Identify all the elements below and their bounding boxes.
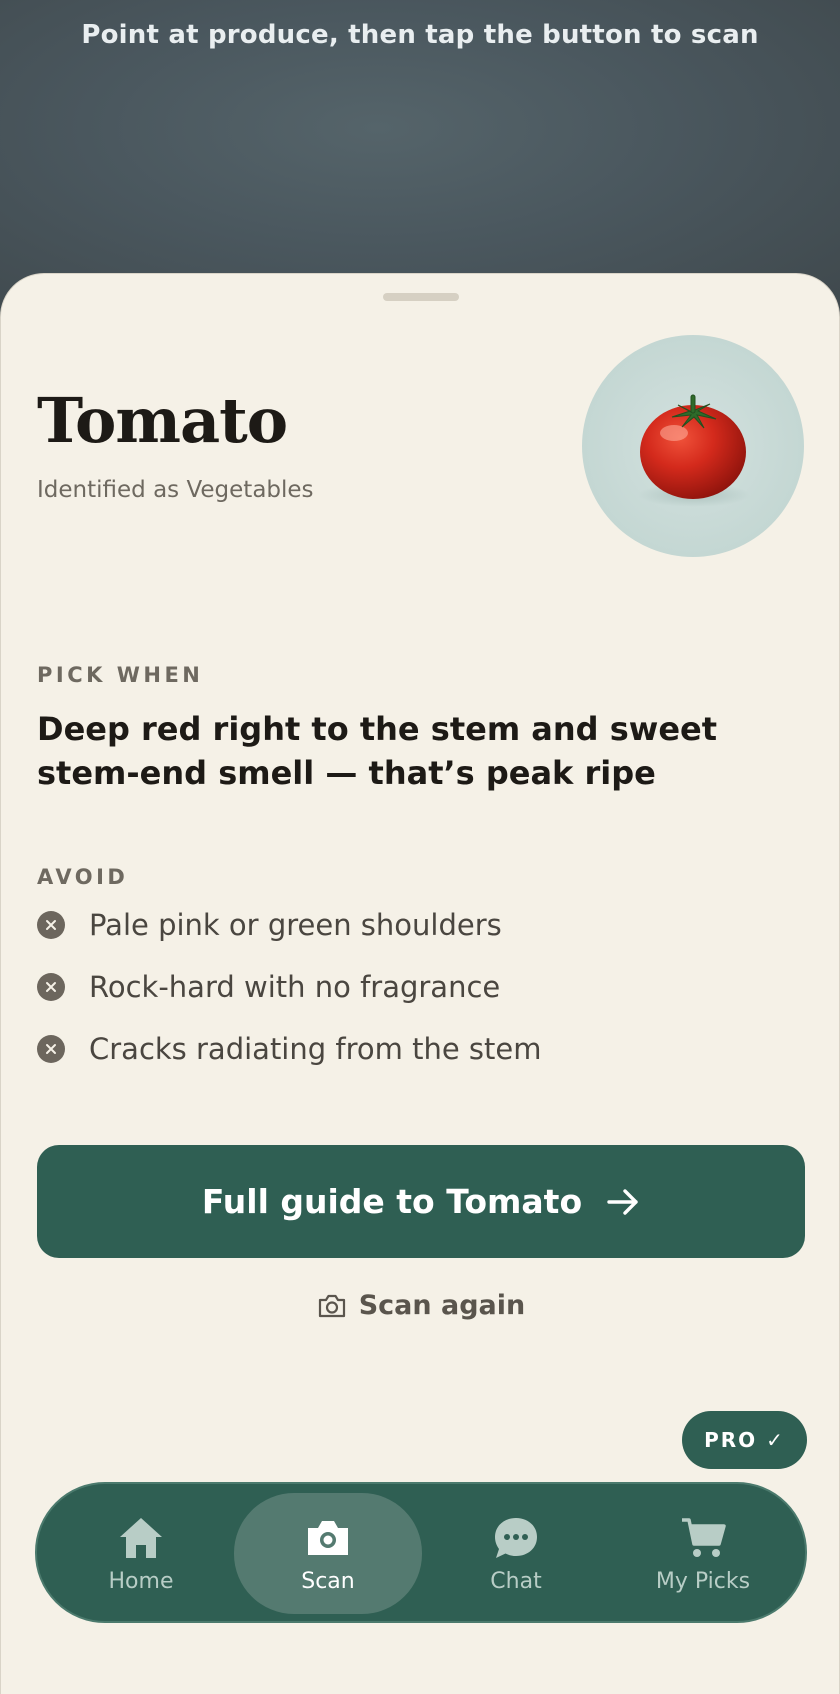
camera-hint: Point at produce, then tap the button to… [81,20,759,50]
full-guide-button[interactable]: Full guide to Tomato [37,1145,805,1258]
nav-item-scan[interactable]: Scan [234,1493,422,1614]
nav-label-home: Home [108,1569,174,1594]
produce-category: Identified as Vegetables [37,477,314,503]
pick-when-label: PICK WHEN [37,663,204,687]
home-icon [117,1513,165,1563]
chat-icon [492,1513,540,1563]
nav-label-scan: Scan [301,1569,355,1594]
nav-label-my-picks: My Picks [655,1569,751,1594]
nav-item-home[interactable]: Home [47,1493,235,1614]
nav-label-chat: Chat [490,1569,542,1594]
avoid-item: Cracks radiating from the stem [37,1018,807,1080]
nav-item-chat[interactable]: Chat [422,1493,610,1614]
pick-when-text: Deep red right to the stem and sweet ste… [37,710,718,792]
avoid-item: Rock-hard with no fragrance [37,956,807,1018]
camera-icon [304,1513,352,1563]
arrow-right-icon [606,1187,640,1217]
camera-outline-icon [317,1293,347,1319]
tomato-image [638,394,750,507]
avoid-item-text: Pale pink or green shoulders [89,908,502,942]
close-circle-icon [37,973,65,1001]
close-circle-icon [37,1035,65,1063]
bottom-nav: Home Scan Chat My Picks [35,1482,807,1623]
nav-item-my-picks[interactable]: My Picks [609,1493,797,1614]
sheet-drag-handle[interactable] [383,293,459,301]
produce-photo [582,335,804,557]
avoid-label: AVOID [37,865,129,889]
avoid-item: Pale pink or green shoulders [37,894,807,956]
avoid-item-text: Cracks radiating from the stem [89,1032,542,1066]
close-circle-icon [37,911,65,939]
avoid-item-text: Rock-hard with no fragrance [89,970,501,1004]
cart-icon [679,1513,727,1563]
result-sheet: Tomato Identified as Vegetables PICK WHE… [0,273,840,1694]
scan-again-label: Scan again [358,1290,526,1321]
scan-again-button[interactable]: Scan again [1,1290,840,1321]
avoid-list: Pale pink or green shoulders Rock-hard w… [37,894,807,1080]
pro-badge[interactable]: PRO ✓ [682,1411,807,1469]
full-guide-label: Full guide to Tomato [201,1182,583,1221]
produce-title: Tomato [37,384,288,457]
camera-viewfinder[interactable]: Point at produce, then tap the button to… [0,0,840,320]
